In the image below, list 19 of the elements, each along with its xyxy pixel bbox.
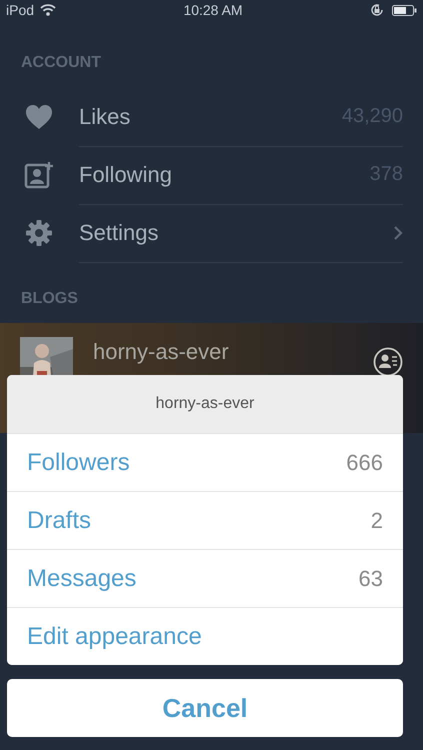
battery-icon (392, 4, 417, 16)
heart-icon (25, 104, 53, 130)
menu-label[interactable]: Following (79, 162, 370, 188)
cancel-button[interactable]: Cancel (7, 679, 403, 737)
clock-time: 10:28 AM (183, 2, 243, 18)
carrier-label: iPod (6, 2, 34, 18)
section-header: BLOGS (21, 290, 78, 307)
settings-icon (25, 219, 53, 247)
blog-name: horny-as-ever (93, 339, 230, 365)
contact-card-icon (373, 347, 403, 377)
menu-label[interactable]: Likes (79, 104, 342, 130)
rotation-lock-icon (370, 3, 384, 17)
chevron-icon (393, 224, 403, 240)
wifi-icon (40, 4, 56, 16)
sheet-option[interactable]: Edit appearance (7, 607, 403, 665)
menu-label[interactable]: Settings (79, 220, 393, 246)
sheet-title: horny-as-ever (7, 375, 403, 433)
section-header: ACCOUNT (21, 54, 101, 71)
add-contact-icon (24, 161, 54, 189)
